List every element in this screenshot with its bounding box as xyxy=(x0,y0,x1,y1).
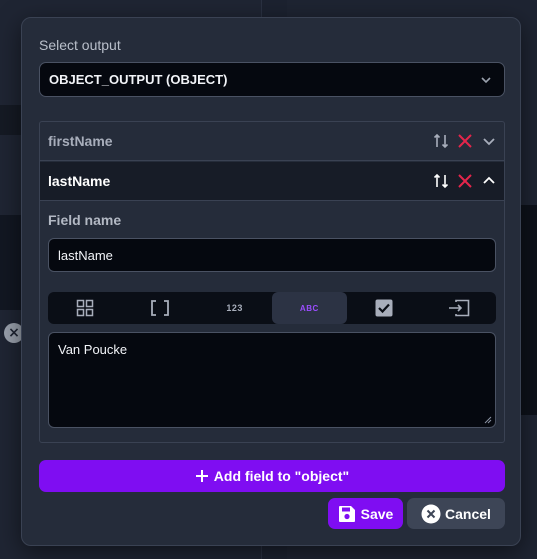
string-icon: ABC xyxy=(299,303,319,313)
output-select[interactable]: OBJECT_OUTPUT (OBJECT) xyxy=(39,62,505,97)
plus-icon xyxy=(195,470,208,482)
add-field-button[interactable]: Add field to "object" xyxy=(39,460,505,492)
field-row-label: firstName xyxy=(48,133,113,149)
save-button[interactable]: Save xyxy=(328,498,403,529)
field-detail-panel: Field name lastName 123 ABC Van Poucke xyxy=(40,202,504,442)
array-icon xyxy=(151,300,169,316)
field-value-textarea[interactable]: Van Poucke xyxy=(48,332,496,428)
type-object-option[interactable] xyxy=(48,292,123,324)
close-circle-icon xyxy=(421,504,441,523)
boolean-icon xyxy=(375,299,393,317)
field-row-lastname[interactable]: lastName xyxy=(40,162,504,201)
delete-icon[interactable] xyxy=(456,132,474,150)
type-string-option[interactable]: ABC xyxy=(272,292,347,324)
type-number-option[interactable]: 123 xyxy=(197,292,272,324)
save-icon xyxy=(338,505,355,522)
type-reference-option[interactable] xyxy=(421,292,496,324)
cancel-label: Cancel xyxy=(445,505,491,522)
field-row-firstname[interactable]: firstName xyxy=(40,122,504,161)
save-label: Save xyxy=(360,505,394,522)
delete-icon[interactable] xyxy=(456,172,474,190)
type-array-option[interactable] xyxy=(123,292,198,324)
field-name-input[interactable]: lastName xyxy=(48,238,496,272)
field-value-text: Van Poucke xyxy=(58,342,128,357)
field-name-label: Field name xyxy=(48,212,122,228)
chevron-up-icon[interactable] xyxy=(480,172,498,190)
select-output-dialog: Select output OBJECT_OUTPUT (OBJECT) fir… xyxy=(21,17,521,546)
type-boolean-option[interactable] xyxy=(347,292,422,324)
add-field-label: Add field to "object" xyxy=(213,468,350,484)
chevron-down-icon xyxy=(481,77,491,84)
object-icon xyxy=(77,299,94,317)
cancel-button[interactable]: Cancel xyxy=(407,498,505,529)
chevron-down-icon[interactable] xyxy=(480,132,498,150)
output-select-value: OBJECT_OUTPUT (OBJECT) xyxy=(49,72,228,87)
reorder-icon[interactable] xyxy=(432,172,450,190)
dialog-title: Select output xyxy=(39,37,121,53)
field-name-value: lastName xyxy=(58,247,113,263)
reference-icon xyxy=(448,299,469,317)
number-icon: 123 xyxy=(226,303,243,313)
fields-list: firstName lastName Field name lastName 1… xyxy=(39,121,505,443)
reorder-icon[interactable] xyxy=(432,132,450,150)
type-selector: 123 ABC xyxy=(48,292,496,324)
resize-grip-icon[interactable] xyxy=(484,416,492,424)
field-row-label: lastName xyxy=(48,173,111,189)
